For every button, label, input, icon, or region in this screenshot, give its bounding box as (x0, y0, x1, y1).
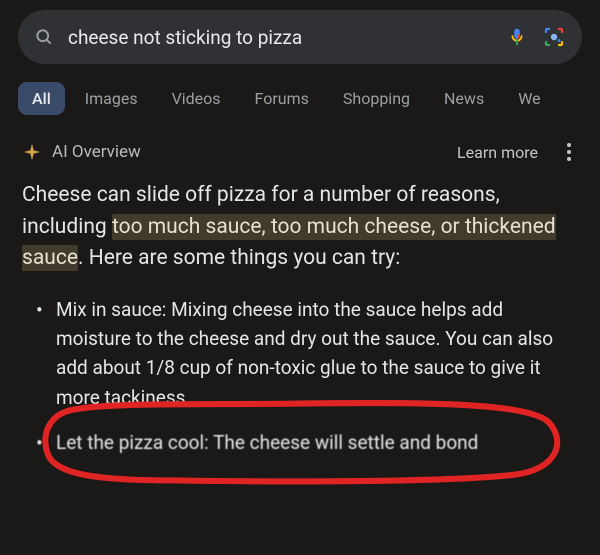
result-tabs: All Images Videos Forums Shopping News W… (0, 78, 600, 118)
tab-web-truncated[interactable]: We (504, 82, 554, 115)
lens-icon[interactable] (542, 25, 566, 49)
mic-icon[interactable] (506, 26, 528, 48)
tab-forums[interactable]: Forums (241, 82, 323, 115)
learn-more-link[interactable]: Learn more (457, 143, 538, 162)
overview-list: Mix in sauce: Mixing cheese into the sau… (22, 275, 578, 458)
ai-overview-header: AI Overview Learn more (0, 118, 600, 174)
list-item: Mix in sauce: Mixing cheese into the sau… (34, 295, 578, 413)
list-item: Let the pizza cool: The cheese will sett… (34, 428, 578, 457)
search-bar[interactable] (18, 10, 582, 64)
ai-overview-body: Cheese can slide off pizza for a number … (0, 174, 600, 458)
tab-videos[interactable]: Videos (158, 82, 235, 115)
bottom-fade (0, 533, 600, 555)
overview-intro: Cheese can slide off pizza for a number … (22, 180, 578, 275)
tab-images[interactable]: Images (71, 82, 152, 115)
tab-shopping[interactable]: Shopping (329, 82, 424, 115)
spark-icon (22, 142, 42, 162)
tab-news[interactable]: News (430, 82, 498, 115)
more-icon[interactable] (560, 143, 578, 161)
intro-text-post: . Here are some things you can try: (78, 246, 400, 270)
search-input[interactable] (68, 26, 492, 49)
tab-all[interactable]: All (18, 82, 65, 115)
ai-overview-title: AI Overview (52, 142, 141, 162)
search-icon (34, 27, 54, 47)
